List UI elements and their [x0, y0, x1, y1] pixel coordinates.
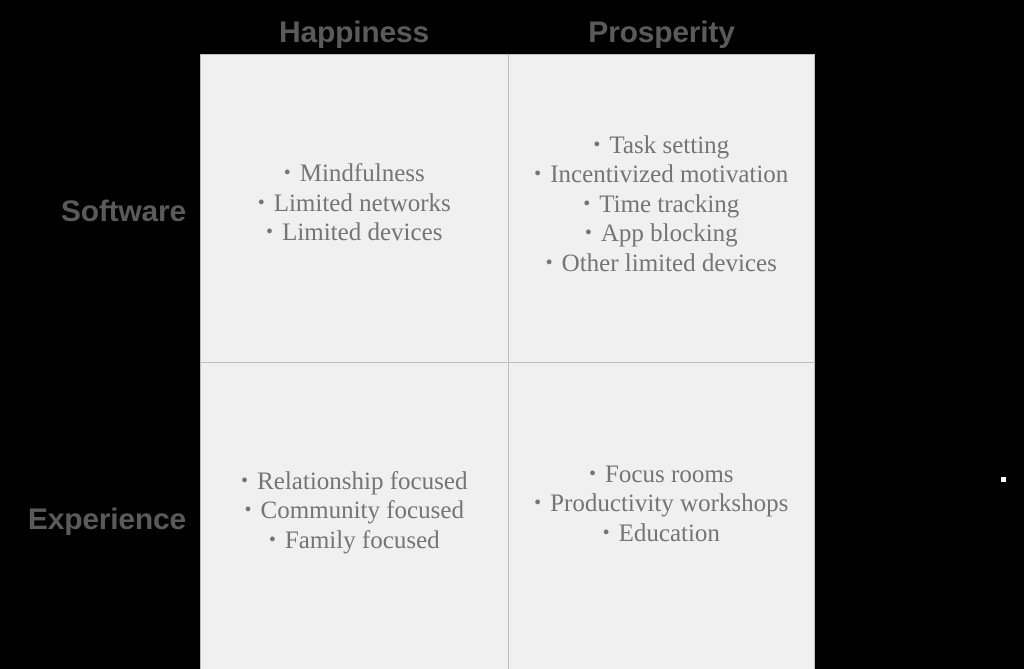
list-item: • Other limited devices	[519, 249, 805, 279]
list-item-label: App blocking	[600, 220, 738, 248]
bullet-dot-icon: •	[266, 221, 274, 244]
bullet-dot-icon: •	[283, 162, 291, 185]
list-item: • Family focused	[211, 526, 498, 556]
list-item-label: Limited devices	[282, 219, 443, 247]
list-item-label: Other limited devices	[561, 249, 777, 277]
column-header-prosperity: Prosperity	[588, 16, 735, 49]
list-item: • Incentivized motivation	[519, 160, 805, 190]
list-item: • Community focused	[211, 496, 498, 526]
bullet-list: • Focus rooms • Productivity workshops • Educ…	[519, 460, 805, 549]
bullet-dot-icon: •	[244, 499, 252, 522]
list-item-label: Limited networks	[273, 189, 451, 217]
list-item-label: Education	[618, 519, 720, 547]
list-item-label: Focus rooms	[605, 460, 734, 488]
bullet-dot-icon: •	[534, 163, 542, 186]
bullet-dot-icon: •	[593, 133, 601, 156]
column-header-happiness: Happiness	[279, 16, 429, 49]
matrix-grid: • Mindfulness • Limited networks • Limited de…	[200, 54, 815, 669]
bullet-dot-icon: •	[241, 469, 249, 492]
list-item-label: Task setting	[609, 131, 730, 159]
bullet-dot-icon: •	[602, 521, 610, 544]
bullet-list: • Mindfulness • Limited networks • Limited de…	[211, 159, 498, 248]
list-item-label: Incentivized motivation	[550, 161, 789, 189]
bullet-list: • Relationship focused • Community focused •…	[211, 467, 498, 556]
bullet-dot-icon: •	[268, 528, 276, 551]
list-item-label: Time tracking	[599, 190, 740, 218]
list-item: • Mindfulness	[211, 159, 498, 189]
list-item-label: Family focused	[284, 526, 440, 554]
matrix-cell-experience-prosperity: • Focus rooms • Productivity workshops • Educ…	[507, 362, 814, 669]
matrix-cell-experience-happiness: • Relationship focused • Community focused •…	[201, 362, 508, 669]
list-item: • Relationship focused	[211, 467, 498, 497]
list-item: • App blocking	[519, 219, 805, 249]
bullet-list: • Task setting • Incentivized motivation • Ti…	[519, 131, 805, 279]
white-speck-artifact	[1001, 477, 1006, 482]
list-item: • Focus rooms	[519, 460, 805, 490]
row-header-software: Software	[60, 195, 186, 228]
slide-canvas: Happiness Prosperity Software Experience…	[0, 0, 1024, 669]
list-item: • Task setting	[519, 131, 805, 161]
list-item-label: Mindfulness	[299, 160, 425, 188]
list-item-label: Community focused	[260, 497, 464, 525]
bullet-dot-icon: •	[584, 222, 592, 245]
row-header-experience: Experience	[27, 503, 186, 536]
bullet-dot-icon: •	[545, 251, 553, 274]
bullet-dot-icon: •	[534, 492, 542, 515]
matrix-cell-software-prosperity: • Task setting • Incentivized motivation • Ti…	[507, 55, 814, 362]
list-item: • Productivity workshops	[519, 489, 805, 519]
list-item: • Education	[519, 519, 805, 549]
bullet-dot-icon: •	[583, 192, 591, 215]
bullet-dot-icon: •	[589, 462, 597, 485]
list-item-label: Productivity workshops	[550, 490, 789, 518]
list-item: • Limited networks	[211, 189, 498, 219]
list-item-label: Relationship focused	[257, 467, 468, 495]
list-item: • Limited devices	[211, 218, 498, 248]
list-item: • Time tracking	[519, 190, 805, 220]
matrix-cell-software-happiness: • Mindfulness • Limited networks • Limited de…	[201, 55, 508, 362]
bullet-dot-icon: •	[257, 191, 265, 214]
